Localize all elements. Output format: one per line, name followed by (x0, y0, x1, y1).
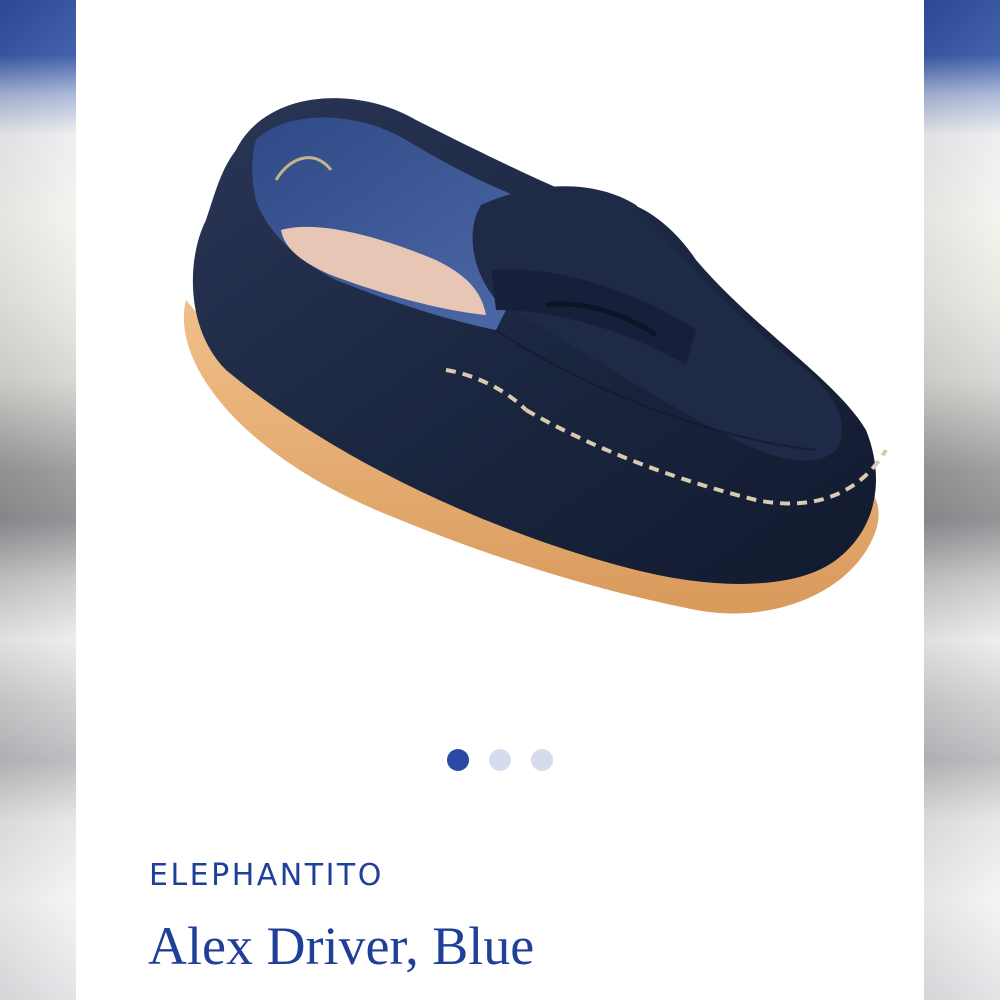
left-blurred-background (0, 0, 76, 1000)
loafer-shoe-icon (183, 98, 888, 614)
product-image[interactable] (116, 30, 906, 670)
right-blurred-background (924, 0, 1000, 1000)
carousel-dots (76, 749, 924, 771)
carousel-dot-3[interactable] (531, 749, 553, 771)
product-title: Alex Driver, Blue (148, 916, 535, 976)
product-card: ELEPHANTITO Alex Driver, Blue (76, 0, 924, 1000)
carousel-dot-1[interactable] (447, 749, 469, 771)
carousel-dot-2[interactable] (489, 749, 511, 771)
brand-name[interactable]: ELEPHANTITO (149, 858, 384, 893)
